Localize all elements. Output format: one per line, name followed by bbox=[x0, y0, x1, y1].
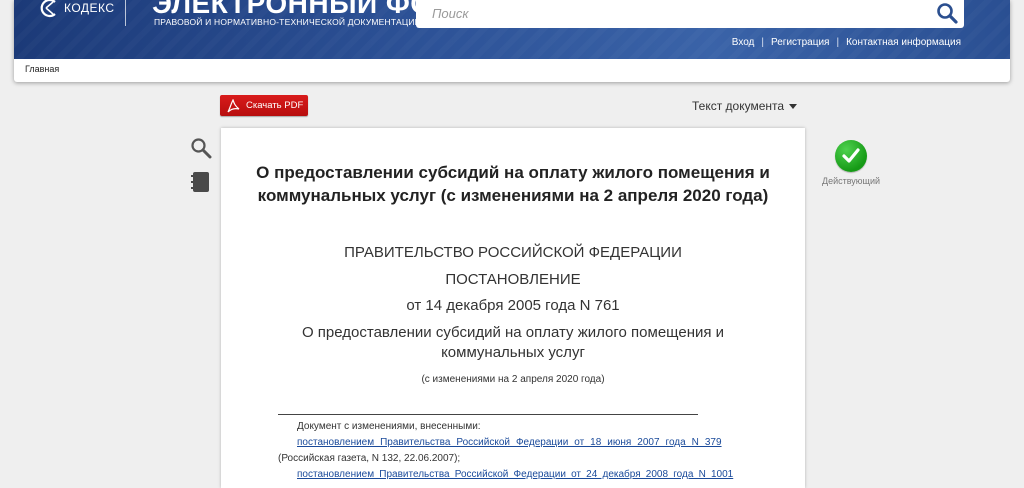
logo-divider bbox=[125, 0, 126, 26]
header-banner: КОДЕКС ЭЛЕКТРОННЫЙ ФОНД ПРАВОВОЙ И НОРМА… bbox=[14, 0, 1010, 59]
contacts-link[interactable]: Контактная информация bbox=[846, 37, 961, 48]
document-bookmark-tool[interactable] bbox=[191, 171, 211, 198]
kodeks-logo[interactable]: КОДЕКС bbox=[40, 0, 115, 18]
kodeks-logo-icon bbox=[40, 0, 56, 18]
status-label: Действующий bbox=[821, 176, 881, 186]
status-badge: Действующий bbox=[815, 140, 887, 186]
search-icon bbox=[937, 3, 958, 24]
search-input[interactable] bbox=[430, 0, 930, 26]
kodeks-brand-text: КОДЕКС bbox=[64, 1, 115, 15]
site-subtitle: ПРАВОВОЙ И НОРМАТИВНО-ТЕХНИЧЕСКОЙ ДОКУМЕ… bbox=[154, 17, 421, 27]
link-separator: | bbox=[761, 37, 764, 48]
link-separator: | bbox=[836, 37, 840, 48]
login-link[interactable]: Вход bbox=[732, 37, 755, 48]
register-link[interactable]: Регистрация bbox=[771, 37, 829, 48]
document-authority: ПРАВИТЕЛЬСТВО РОССИЙСКОЙ ФЕДЕРАЦИИ bbox=[344, 244, 682, 261]
magnifier-icon bbox=[191, 138, 212, 159]
search-box bbox=[416, 0, 964, 28]
document-search-tool[interactable] bbox=[190, 137, 212, 164]
document-revision: (с изменениями на 2 апреля 2020 года) bbox=[421, 374, 605, 385]
document-view-dropdown[interactable]: Текст документа bbox=[692, 99, 798, 113]
book-icon bbox=[191, 172, 209, 192]
changes-intro: Документ с изменениями, внесенными: bbox=[297, 421, 481, 432]
document-divider bbox=[278, 414, 698, 415]
download-pdf-button[interactable]: Скачать PDF bbox=[220, 95, 308, 116]
user-links: Вход | Регистрация | Контактная информац… bbox=[732, 37, 961, 48]
status-check bbox=[835, 140, 867, 172]
document-title: О предоставлении субсидий на оплату жило… bbox=[256, 163, 770, 205]
pdf-icon bbox=[226, 98, 240, 113]
document-page: О предоставлении субсидий на оплату жило… bbox=[221, 128, 805, 488]
document-date-number: от 14 декабря 2005 года N 761 bbox=[406, 297, 620, 314]
breadcrumb-home[interactable]: Главная bbox=[25, 64, 59, 74]
breadcrumb: Главная bbox=[14, 59, 1010, 79]
download-pdf-label: Скачать PDF bbox=[246, 100, 304, 111]
document-subject: О предоставлении субсидий на оплату жило… bbox=[301, 324, 725, 361]
change-link-1[interactable]: постановлением Правительства Российской … bbox=[297, 437, 722, 448]
site-header: КОДЕКС ЭЛЕКТРОННЫЙ ФОНД ПРАВОВОЙ И НОРМА… bbox=[14, 0, 1010, 82]
change-source-1: (Российская газета, N 132, 22.06.2007); bbox=[278, 453, 461, 464]
checkmark-icon bbox=[842, 148, 860, 163]
document-view-label: Текст документа bbox=[692, 99, 785, 113]
change-link-2[interactable]: постановлением Правительства Российской … bbox=[297, 469, 733, 480]
caret-down-icon bbox=[789, 103, 798, 109]
search-button[interactable] bbox=[930, 0, 964, 28]
document-type: ПОСТАНОВЛЕНИЕ bbox=[445, 271, 581, 288]
